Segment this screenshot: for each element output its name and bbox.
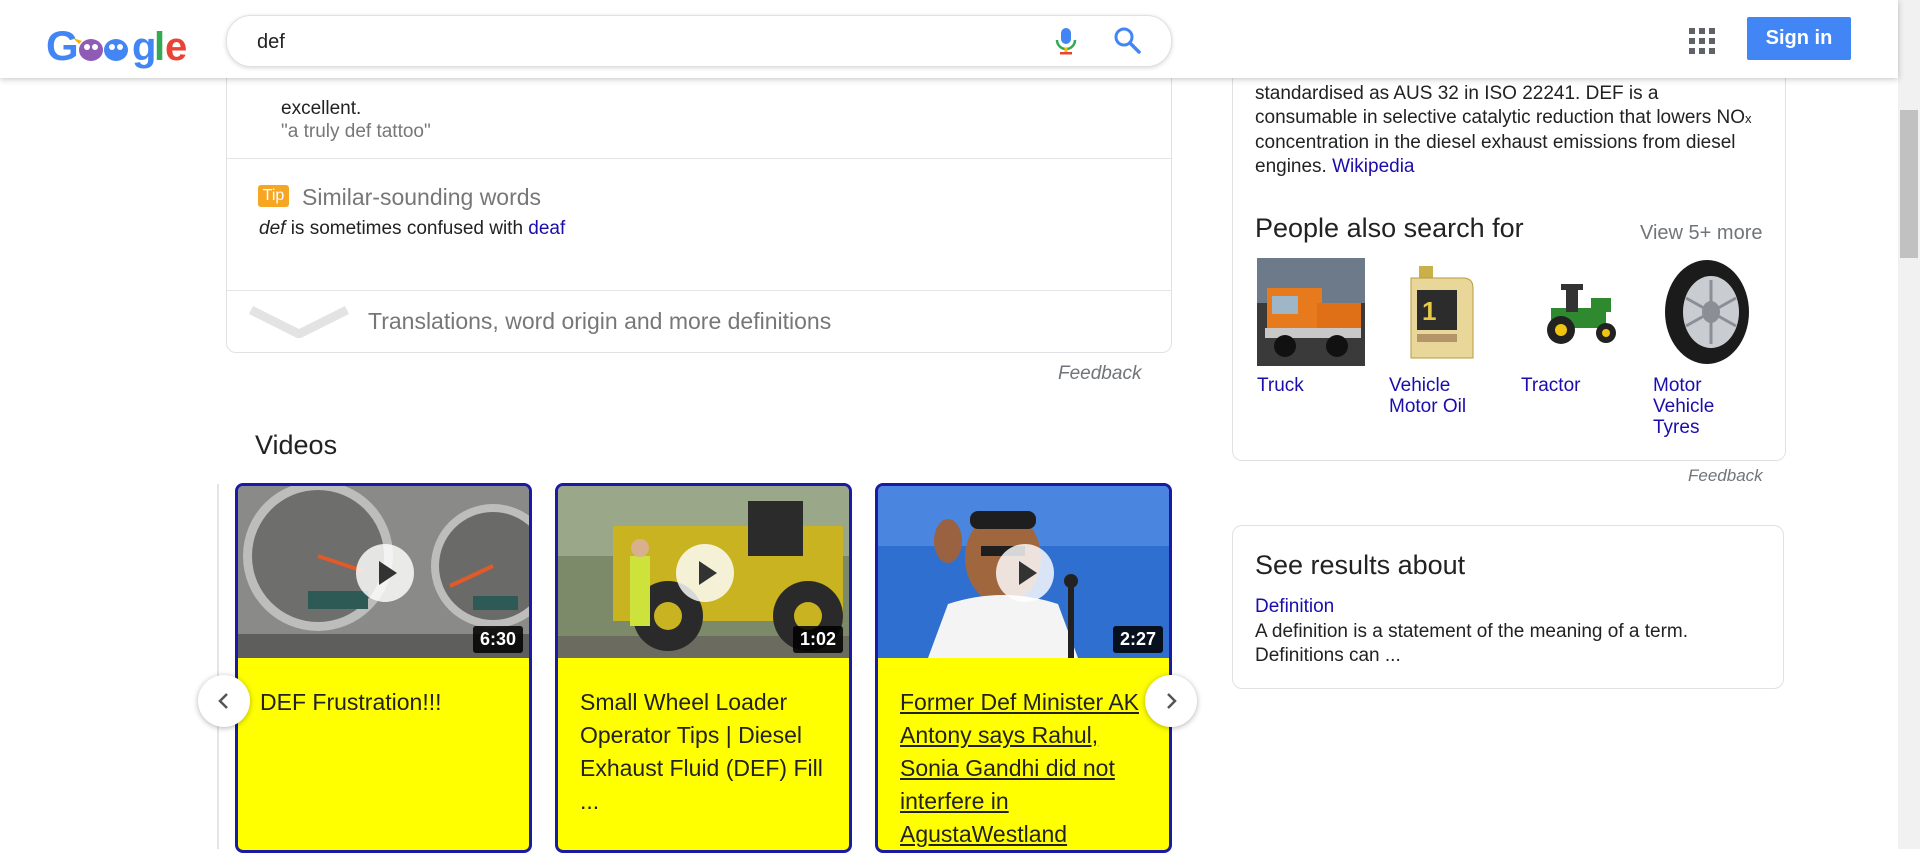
carousel-prev-button[interactable]: [198, 675, 250, 727]
video-card[interactable]: 2:27 Former Def Minister AK Antony says …: [875, 483, 1172, 853]
svg-text:G: G: [46, 22, 79, 69]
chevron-right-icon: [1167, 693, 1177, 709]
microphone-icon[interactable]: [1053, 27, 1079, 55]
videos-heading: Videos: [255, 430, 338, 460]
divider: [227, 290, 1171, 291]
definition-description: A definition is a statement of the meani…: [1255, 621, 1689, 666]
svg-text:1: 1: [1422, 296, 1436, 326]
feedback-link[interactable]: Feedback: [1058, 363, 1141, 385]
similar-word-link[interactable]: deaf: [528, 218, 565, 239]
divider: [227, 158, 1171, 159]
knowledge-panel: standardised as AUS 32 in ISO 22241. DEF…: [1232, 60, 1786, 461]
tip-badge: Tip: [258, 185, 289, 207]
video-card[interactable]: 1:02 Small Wheel Loader Operator Tips | …: [555, 483, 852, 853]
dictionary-card: excellent. "a truly def tattoo" Tip Simi…: [226, 60, 1172, 353]
definition-example: "a truly def tattoo": [281, 121, 431, 142]
entity-image: [1521, 258, 1629, 366]
video-title[interactable]: DEF Frustration!!!: [260, 686, 520, 719]
entity-name[interactable]: Motor Vehicle Tyres: [1653, 375, 1765, 438]
similar-words-text: def is sometimes confused with deaf: [259, 218, 565, 240]
entity-image: [1257, 258, 1365, 366]
entity-item[interactable]: Tractor: [1521, 258, 1633, 396]
knowledge-panel-description: standardised as AUS 32 in ISO 22241. DEF…: [1255, 82, 1765, 179]
search-box[interactable]: [226, 15, 1172, 67]
similar-words-title: Similar-sounding words: [302, 184, 542, 210]
wikipedia-link[interactable]: Wikipedia: [1332, 156, 1414, 177]
video-duration: 1:02: [792, 626, 843, 653]
carousel-next-button[interactable]: [1145, 675, 1197, 727]
similar-words-middle: is sometimes confused with: [285, 218, 529, 239]
search-input[interactable]: [255, 28, 1039, 56]
people-also-search-title: People also search for: [1255, 213, 1524, 243]
similar-word: def: [259, 218, 286, 239]
description-part-1: standardised as AUS 32 in ISO 22241. DEF…: [1255, 83, 1746, 128]
search-icon[interactable]: [1113, 26, 1141, 54]
scrollbar-thumb[interactable]: [1900, 110, 1918, 258]
video-card[interactable]: 6:30 DEF Frustration!!!: [235, 483, 532, 853]
chevron-down-icon[interactable]: [249, 304, 349, 338]
definition-text: excellent.: [281, 98, 362, 119]
entity-name[interactable]: Tractor: [1521, 375, 1633, 396]
video-duration: 6:30: [472, 626, 523, 653]
header-bar: G g l e Sign in: [0, 0, 1898, 78]
sign-in-button[interactable]: Sign in: [1747, 17, 1851, 60]
play-icon[interactable]: [676, 544, 734, 602]
entity-image: 1: [1389, 258, 1497, 366]
see-results-about-card: See results about Definition A definitio…: [1232, 525, 1784, 689]
chevron-left-icon: [218, 693, 228, 709]
entity-image: [1653, 258, 1761, 366]
svg-text:g: g: [132, 25, 156, 69]
google-doodle-logo[interactable]: G g l e: [46, 20, 196, 70]
svg-text:e: e: [165, 25, 187, 69]
entity-item[interactable]: Motor Vehicle Tyres: [1653, 258, 1765, 438]
entity-name[interactable]: Truck: [1257, 375, 1369, 396]
more-definitions-link[interactable]: Translations, word origin and more defin…: [368, 308, 831, 335]
entity-name[interactable]: Vehicle Motor Oil: [1389, 375, 1501, 417]
entity-item[interactable]: 1 Vehicle Motor Oil: [1389, 258, 1501, 417]
carousel-divider: [217, 484, 219, 849]
view-more-link[interactable]: View 5+ more: [1640, 222, 1762, 245]
definition-link[interactable]: Definition: [1255, 596, 1334, 618]
video-duration: 2:27: [1112, 626, 1163, 653]
see-results-title: See results about: [1255, 550, 1466, 580]
entity-item[interactable]: Truck: [1257, 258, 1369, 396]
video-title[interactable]: Small Wheel Loader Operator Tips | Diese…: [580, 686, 840, 818]
description-subscript: x: [1745, 111, 1752, 126]
play-icon[interactable]: [356, 544, 414, 602]
apps-grid-icon[interactable]: [1689, 28, 1715, 54]
video-title[interactable]: Former Def Minister AK Antony says Rahul…: [900, 686, 1160, 850]
svg-text:l: l: [154, 25, 165, 69]
play-icon[interactable]: [996, 544, 1054, 602]
description-part-2: concentration in the diesel exhaust emis…: [1255, 132, 1736, 177]
feedback-link[interactable]: Feedback: [1688, 466, 1763, 486]
